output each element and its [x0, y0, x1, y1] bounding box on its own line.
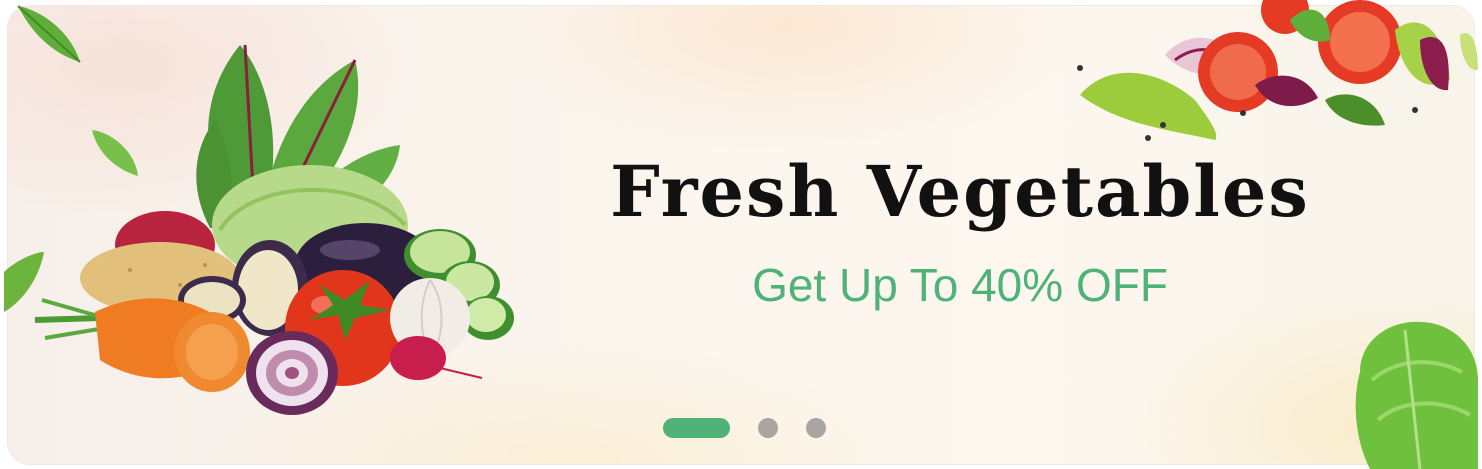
leaf-icon [4, 252, 44, 312]
carousel-dot[interactable] [758, 418, 778, 438]
banner-art [4, 0, 1478, 469]
banner-offer: Get Up To 40% OFF [752, 259, 1168, 311]
carousel-dot-active[interactable] [663, 418, 730, 438]
lettuce-illustration [1355, 321, 1478, 469]
leaf-icon [92, 130, 138, 176]
banner-headline: Fresh Vegetables [610, 150, 1310, 233]
salad-illustration [1077, 0, 1478, 141]
carousel-dot[interactable] [806, 418, 826, 438]
leaf-icon [17, 5, 81, 63]
vegetables-illustration [34, 44, 514, 415]
